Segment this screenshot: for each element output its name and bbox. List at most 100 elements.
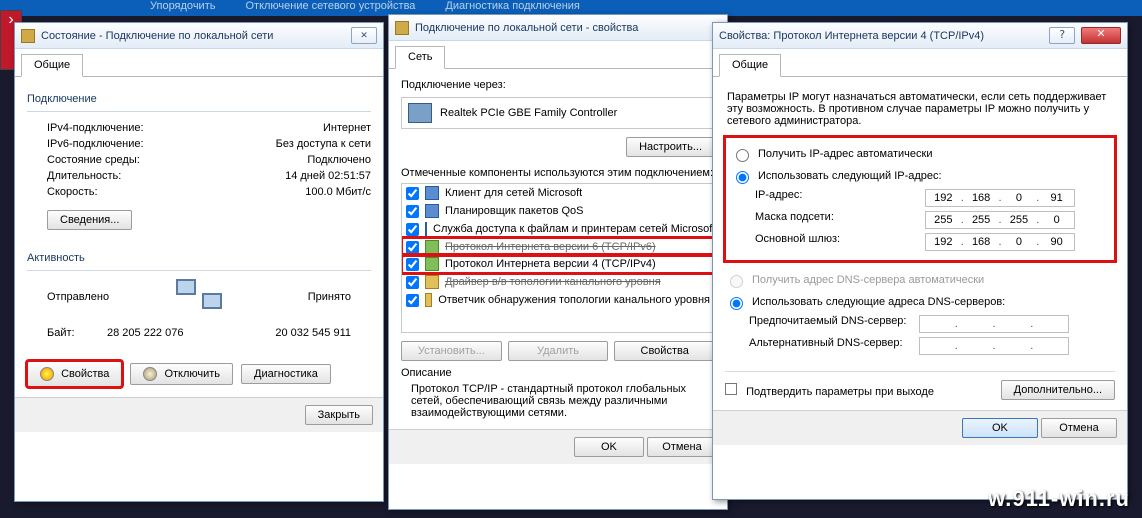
gateway-label: Основной шлюз:	[755, 233, 925, 251]
window-title: Состояние - Подключение по локальной сет…	[41, 30, 273, 42]
sent-value: 28 205 222 076	[107, 327, 229, 339]
component-icon	[425, 204, 439, 218]
diagnose-button[interactable]: Диагностика	[241, 364, 331, 384]
nic-box: Realtek PCIe GBE Family Controller	[401, 97, 715, 129]
tab-network[interactable]: Сеть	[395, 46, 445, 69]
connect-via-label: Подключение через:	[401, 79, 715, 91]
dns2-label: Альтернативный DNS-сервер:	[749, 337, 919, 355]
lbl: IPv6-подключение:	[47, 138, 231, 150]
checkbox[interactable]	[406, 241, 419, 254]
tab-general[interactable]: Общие	[21, 54, 83, 77]
checkbox-icon[interactable]	[725, 383, 737, 395]
checkbox[interactable]	[406, 187, 419, 200]
nic-name: Realtek PCIe GBE Family Controller	[440, 107, 617, 119]
close-icon[interactable]: ✕	[351, 27, 377, 44]
radio-auto-ip[interactable]: Получить IP-адрес автоматически	[731, 143, 1109, 165]
ip-section: Получить IP-адрес автоматически Использо…	[725, 137, 1115, 261]
ip-label: IP-адрес:	[755, 189, 925, 207]
val: 14 дней 02:51:57	[231, 170, 371, 182]
checkbox[interactable]	[406, 258, 419, 271]
help-icon[interactable]: ?	[1049, 27, 1075, 44]
configure-button[interactable]: Настроить...	[626, 137, 715, 157]
activity-icon	[176, 279, 222, 315]
list-item[interactable]: Планировщик пакетов QoS	[402, 202, 714, 220]
window-title: Свойства: Протокол Интернета версии 4 (T…	[719, 30, 984, 42]
radio[interactable]	[730, 297, 743, 310]
tab-general[interactable]: Общие	[719, 54, 781, 77]
checkbox[interactable]	[406, 294, 419, 307]
subnet-mask-field[interactable]: 255. 255. 255. 0	[925, 211, 1075, 229]
lbl: Длительность:	[47, 170, 231, 182]
components-list[interactable]: Клиент для сетей Microsoft Планировщик п…	[401, 183, 715, 333]
remove-button: Удалить	[508, 341, 609, 361]
mask-label: Маска подсети:	[755, 211, 925, 229]
ipv4-properties-window: Свойства: Протокол Интернета версии 4 (T…	[712, 22, 1128, 500]
shield-icon	[143, 367, 157, 381]
val: Подключено	[231, 154, 371, 166]
validate-checkbox[interactable]: Подтвердить параметры при выходе	[725, 383, 934, 398]
checkbox[interactable]	[406, 223, 419, 236]
intro-text: Параметры IP могут назначаться автоматич…	[725, 87, 1115, 137]
item-label: Протокол Интернета версии 6 (TCP/IPv6)	[445, 241, 656, 253]
close-icon[interactable]: ✕	[1081, 27, 1121, 44]
dns1-field[interactable]: ...	[919, 315, 1069, 333]
disable-button[interactable]: Отключить	[130, 363, 233, 385]
shield-icon	[40, 367, 54, 381]
list-item[interactable]: Протокол Интернета версии 6 (TCP/IPv6)	[402, 238, 714, 255]
install-button[interactable]: Установить...	[401, 341, 502, 361]
radio-label: Получить адрес DNS-сервера автоматически	[752, 274, 984, 286]
status-window: Состояние - Подключение по локальной сет…	[14, 22, 384, 502]
lbl: Скорость:	[47, 186, 231, 198]
cancel-button[interactable]: Отмена	[647, 437, 717, 457]
checkbox[interactable]	[406, 276, 419, 289]
window-title: Подключение по локальной сети - свойства	[415, 22, 638, 34]
bytes-label: Байт:	[47, 327, 107, 339]
properties-button-label: Свойства	[61, 368, 109, 380]
nic-icon	[408, 103, 432, 123]
checkbox[interactable]	[406, 205, 419, 218]
component-icon	[425, 275, 439, 289]
lbl: Состояние среды:	[47, 154, 231, 166]
list-item-tcpipv4[interactable]: Протокол Интернета версии 4 (TCP/IPv4)	[402, 255, 714, 273]
item-label: Ответчик обнаружения топологии канальног…	[438, 294, 710, 306]
properties-button[interactable]: Свойства	[27, 361, 122, 387]
list-item[interactable]: Клиент для сетей Microsoft	[402, 184, 714, 202]
list-item[interactable]: Служба доступа к файлам и принтерам сете…	[402, 220, 714, 238]
ip-address-field[interactable]: 192. 168. 0. 91	[925, 189, 1075, 207]
val: 100.0 Мбит/с	[231, 186, 371, 198]
advanced-button[interactable]: Дополнительно...	[1001, 380, 1115, 400]
adapter-properties-window: Подключение по локальной сети - свойства…	[388, 14, 728, 510]
dns1-label: Предпочитаемый DNS-сервер:	[749, 315, 919, 333]
radio-static-ip[interactable]: Использовать следующий IP-адрес:	[731, 165, 1109, 187]
list-item[interactable]: Ответчик обнаружения топологии канальног…	[402, 291, 714, 309]
item-label: Протокол Интернета версии 4 (TCP/IPv4)	[445, 258, 656, 270]
parent-cmd[interactable]: Упорядочить	[150, 0, 215, 16]
radio-label: Получить IP-адрес автоматически	[758, 148, 932, 160]
radio-auto-dns: Получить адрес DNS-сервера автоматически	[725, 269, 1115, 291]
details-button[interactable]: Сведения...	[47, 210, 132, 230]
ok-button[interactable]: OK	[962, 418, 1038, 438]
radio[interactable]	[736, 149, 749, 162]
radio	[730, 275, 743, 288]
description-title: Описание	[401, 367, 715, 379]
close-button[interactable]: Закрыть	[305, 405, 373, 425]
component-properties-button[interactable]: Свойства	[614, 341, 715, 361]
component-icon	[425, 186, 439, 200]
component-icon	[425, 240, 439, 254]
sent-label: Отправлено	[47, 291, 176, 303]
item-label: Драйвер в/в топологии канального уровня	[445, 276, 661, 288]
dns2-field[interactable]: ...	[919, 337, 1069, 355]
components-label: Отмеченные компоненты используются этим …	[401, 167, 715, 179]
group-connection: Подключение	[27, 93, 371, 105]
radio-static-dns[interactable]: Использовать следующие адреса DNS-сервер…	[725, 291, 1115, 313]
item-label: Планировщик пакетов QoS	[445, 205, 584, 217]
gateway-field[interactable]: 192. 168. 0. 90	[925, 233, 1075, 251]
cancel-button[interactable]: Отмена	[1041, 418, 1117, 438]
group-activity: Активность	[27, 252, 371, 264]
ok-button[interactable]: OK	[574, 437, 644, 457]
list-item[interactable]: Драйвер в/в топологии канального уровня	[402, 273, 714, 291]
radio-label: Использовать следующие адреса DNS-сервер…	[752, 296, 1005, 308]
item-label: Клиент для сетей Microsoft	[445, 187, 582, 199]
radio[interactable]	[736, 171, 749, 184]
component-icon	[425, 257, 439, 271]
